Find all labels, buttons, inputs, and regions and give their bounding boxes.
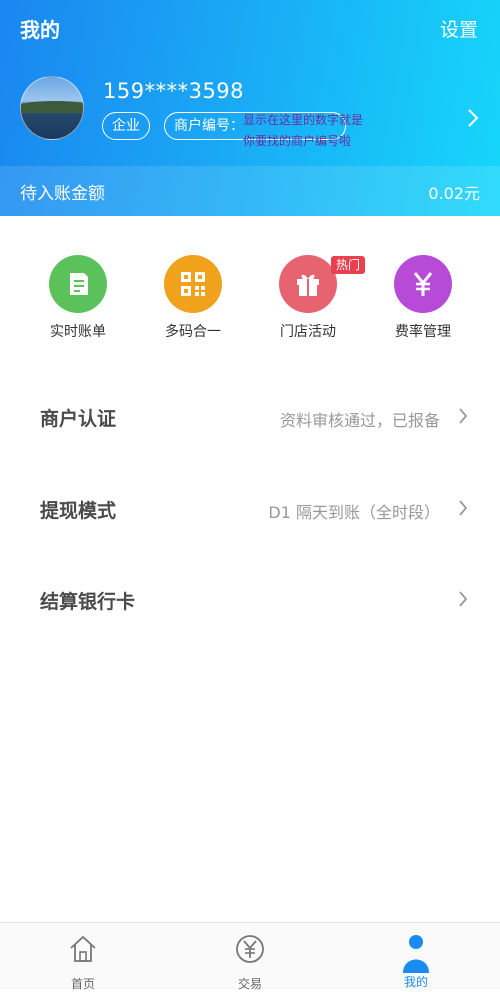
chevron-right-icon [459, 408, 468, 424]
quick-action-label: 门店活动 [280, 324, 336, 340]
page-title: 我的 [20, 18, 60, 42]
pending-balance-value: 0.02元 [428, 184, 480, 203]
gift-icon [279, 255, 337, 313]
quick-action-rate-management[interactable]: 费率管理 [368, 255, 478, 341]
person-icon [403, 935, 429, 973]
row-withdraw-mode[interactable]: 提现模式 D1 隔天到账（全时段） [0, 479, 500, 539]
pending-balance-label: 待入账金额 [20, 184, 105, 204]
tab-label: 交易 [237, 977, 262, 991]
tab-label: 首页 [70, 977, 95, 991]
quick-action-multicode[interactable]: 多码合一 [138, 255, 248, 341]
hot-badge: 热门 [331, 256, 365, 274]
account-type-badge: 企业 [102, 112, 150, 140]
profile-chevron-right-icon[interactable] [466, 108, 480, 128]
tab-home[interactable]: 首页 [43, 933, 123, 992]
quick-action-label: 实时账单 [50, 324, 106, 340]
chevron-right-icon [459, 500, 468, 516]
row-settlement-bank-card[interactable]: 结算银行卡 [0, 570, 500, 630]
tab-transactions[interactable]: 交易 [210, 933, 290, 992]
pending-balance-bar: 待入账金额 0.02元 [0, 166, 500, 216]
row-title: 商户认证 [40, 408, 117, 430]
avatar[interactable] [20, 76, 84, 140]
quick-action-bill[interactable]: 实时账单 [23, 255, 133, 341]
home-icon [70, 935, 96, 962]
row-merchant-certification[interactable]: 商户认证 资料审核通过，已报备 [0, 387, 500, 447]
row-value: D1 隔天到账（全时段） [268, 503, 440, 522]
qrcode-icon [164, 255, 222, 313]
quick-action-label: 多码合一 [165, 324, 221, 340]
annotation-line-2: 你要找的商户编号啦 [243, 134, 352, 148]
bottom-tab-bar: 首页 交易 我的 [0, 922, 500, 992]
row-title: 结算银行卡 [40, 591, 136, 613]
yuan-icon [394, 255, 452, 313]
row-title: 提现模式 [40, 500, 117, 522]
settings-button[interactable]: 设置 [440, 15, 478, 42]
merchant-number-annotation: 显示在这里的数字就是 你要找的商户编号啦 [243, 110, 363, 152]
chevron-right-icon [459, 591, 468, 607]
merchant-number-label: 商户编号： [174, 118, 244, 134]
account-phone: 159****3598 [103, 79, 245, 103]
tab-label: 我的 [403, 975, 428, 989]
profile-header: 我的 设置 159****3598 企业 商户编号： 显示在这里的数字就是 你要… [0, 0, 500, 216]
bill-icon [49, 255, 107, 313]
yuan-circle-icon [236, 935, 264, 963]
tab-me[interactable]: 我的 [376, 933, 456, 990]
row-value: 资料审核通过，已报备 [279, 411, 440, 430]
quick-action-label: 费率管理 [395, 324, 451, 340]
annotation-line-1: 显示在这里的数字就是 [243, 113, 364, 127]
